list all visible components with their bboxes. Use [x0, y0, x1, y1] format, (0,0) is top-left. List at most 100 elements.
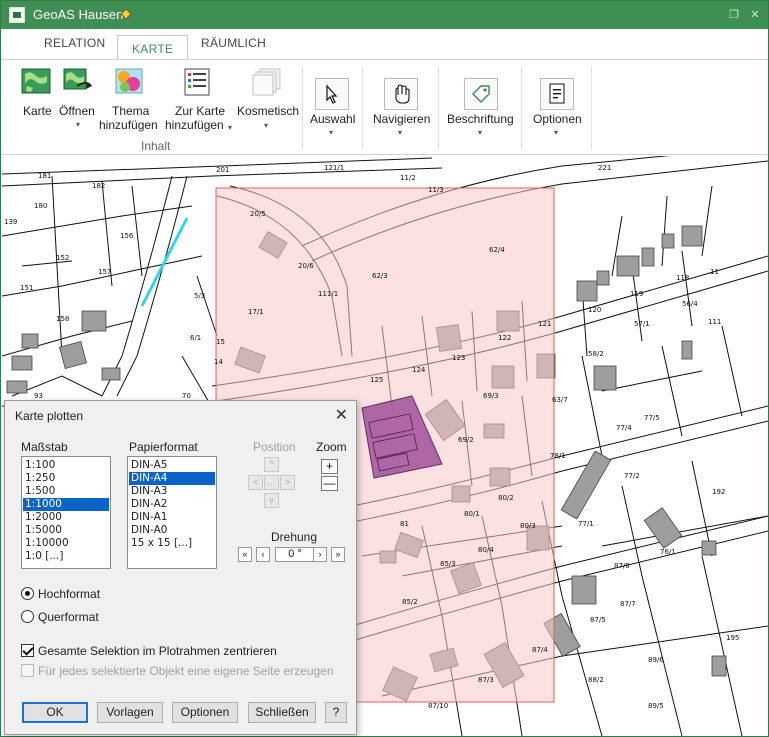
parcel-label: 125 [370, 376, 383, 384]
oeffnen-button[interactable]: Öffnen ▾ [57, 66, 101, 136]
massstab-item[interactable]: 1:5000 [23, 524, 109, 537]
ribbon-divider [521, 66, 522, 150]
kosmetisch-button[interactable]: Kosmetisch ▾ [235, 66, 299, 140]
close-dialog-icon[interactable]: ✕ [335, 405, 348, 425]
eigene-seite-checkbox[interactable] [21, 664, 34, 677]
parcel-label: 17/1 [248, 308, 264, 316]
parcel-label: 111/1 [318, 290, 338, 298]
parcel-label: 20/6 [298, 262, 314, 270]
parcel-label: 87/10 [428, 702, 448, 710]
navigieren-button[interactable]: Navigieren ▾ [367, 68, 435, 140]
querformat-radio[interactable] [21, 610, 34, 623]
parcel-label: 57/1 [634, 320, 650, 328]
position-right-button[interactable]: > [280, 475, 295, 490]
navigieren-label: Navigieren [373, 112, 431, 126]
beschriftung-button[interactable]: Beschriftung ▾ [443, 68, 519, 140]
auswahl-button[interactable]: Auswahl ▾ [305, 68, 361, 140]
ribbon-tabs: RELATION KARTE RÄUMLICH [1, 29, 768, 64]
zoom-out-button[interactable]: — [321, 476, 338, 491]
help-button[interactable]: ? [325, 702, 347, 723]
zoom-in-button[interactable]: + [321, 459, 338, 474]
papierformat-item[interactable]: DIN-A4 [129, 472, 215, 485]
select-arrow-icon [315, 78, 349, 110]
ok-button[interactable]: OK [22, 702, 88, 723]
parcel-label: 69/3 [483, 392, 499, 400]
papierformat-list[interactable]: DIN-A5 DIN-A4 DIN-A3 DIN-A2 DIN-A1 DIN-A0 15 x… [127, 456, 217, 569]
massstab-item[interactable]: 1:100 [23, 459, 109, 472]
dialog-title: Karte plotten [15, 409, 84, 423]
rotate-right-button[interactable]: › [313, 547, 327, 562]
papierformat-item[interactable]: DIN-A0 [129, 524, 215, 537]
close-window-icon[interactable]: ✕ [748, 8, 762, 22]
parcel-label: 78/1 [550, 452, 566, 460]
massstab-item[interactable]: 1:500 [23, 485, 109, 498]
optionen-dialog-button[interactable]: Optionen [172, 702, 238, 723]
thema-label-2: hinzufügen [99, 118, 158, 132]
zurkarte-label-2: hinzufügen [165, 118, 224, 132]
parcel-label: 11/3 [428, 186, 444, 194]
position-up-button[interactable]: ^ [264, 457, 279, 472]
parcel-label: 14 [214, 358, 223, 366]
ribbon-divider [438, 66, 439, 150]
parcel-label: 111 [708, 318, 721, 326]
papierformat-item[interactable]: DIN-A2 [129, 498, 215, 511]
parcel-label: 121 [538, 320, 551, 328]
massstab-list[interactable]: 1:100 1:250 1:500 1:1000 1:2000 1:5000 1:10000… [21, 456, 111, 569]
position-left-button[interactable]: < [248, 475, 263, 490]
rotate-left-button[interactable]: ‹ [256, 547, 270, 562]
papierformat-item[interactable]: DIN-A1 [129, 511, 215, 524]
label-tag-icon [464, 78, 498, 110]
pan-hand-icon [384, 78, 418, 110]
parcel-label: 118 [676, 274, 689, 282]
gesamte-selektion-checkbox[interactable] [21, 644, 34, 657]
parcel-label: 87/3 [478, 676, 494, 684]
tab-raeumlich[interactable]: RÄUMLICH [201, 36, 266, 50]
chevron-down-icon: ▾ [554, 128, 559, 137]
parcel-label: 69/2 [458, 436, 474, 444]
massstab-item[interactable]: 1:1000 [23, 498, 109, 511]
chevron-down-icon: ▾ [478, 128, 483, 137]
restore-icon[interactable]: ❐ [727, 8, 741, 22]
parcel-label: 157 [98, 268, 111, 276]
massstab-item[interactable]: 1:250 [23, 472, 109, 485]
parcel-label: 221 [598, 164, 611, 172]
parcel-label: 85/3 [440, 560, 456, 568]
massstab-item[interactable]: 1:10000 [23, 537, 109, 550]
zoom-label: Zoom [316, 440, 347, 454]
rotate-fast-left-button[interactable]: « [238, 547, 252, 562]
schliessen-button[interactable]: Schließen [248, 702, 316, 723]
thema-hinzufuegen-button[interactable]: Thema hinzufügen [99, 66, 161, 140]
group-label-inhalt: Inhalt [141, 139, 171, 153]
drehung-value[interactable]: 0 ° [275, 547, 315, 562]
add-to-map-icon [184, 68, 210, 96]
parcel-label: 62/4 [489, 246, 505, 254]
optionen-button[interactable]: Optionen ▾ [525, 68, 589, 140]
karte-label: Karte [23, 104, 52, 118]
rotate-fast-right-button[interactable]: » [331, 547, 345, 562]
parcel-label: 158 [56, 315, 69, 323]
zur-karte-hinzufuegen-button[interactable]: Zur Karte hinzufügen ▾ [165, 66, 233, 140]
position-down-button[interactable]: v [264, 493, 279, 508]
massstab-item[interactable]: 1:0 [...] [23, 550, 109, 563]
parcel-label: 192 [712, 488, 725, 496]
parcel-label: 156 [120, 232, 134, 240]
chevron-down-icon: ▾ [329, 128, 334, 137]
parcel-label: 88/2 [588, 676, 604, 684]
papierformat-item[interactable]: 15 x 15 [...] [129, 537, 215, 550]
hochformat-radio[interactable] [21, 587, 34, 600]
vorlagen-button[interactable]: Vorlagen [97, 702, 163, 723]
massstab-item[interactable]: 1:2000 [23, 511, 109, 524]
chevron-down-icon: ▾ [76, 120, 81, 129]
parcel-label: 152 [56, 254, 69, 262]
papierformat-item[interactable]: DIN-A5 [129, 459, 215, 472]
parcel-label: 6/1 [190, 334, 201, 342]
papierformat-item[interactable]: DIN-A3 [129, 485, 215, 498]
position-label: Position [253, 440, 296, 454]
position-center-button[interactable]: ... [264, 475, 279, 490]
parcel-label: 119 [630, 290, 643, 298]
parcel-label: 56/4 [682, 300, 698, 308]
window-title: GeoAS Hausen [33, 7, 124, 22]
tab-relation[interactable]: RELATION [44, 36, 106, 50]
karte-button[interactable]: Karte [17, 66, 57, 136]
parcel-label: 58/2 [588, 350, 604, 358]
